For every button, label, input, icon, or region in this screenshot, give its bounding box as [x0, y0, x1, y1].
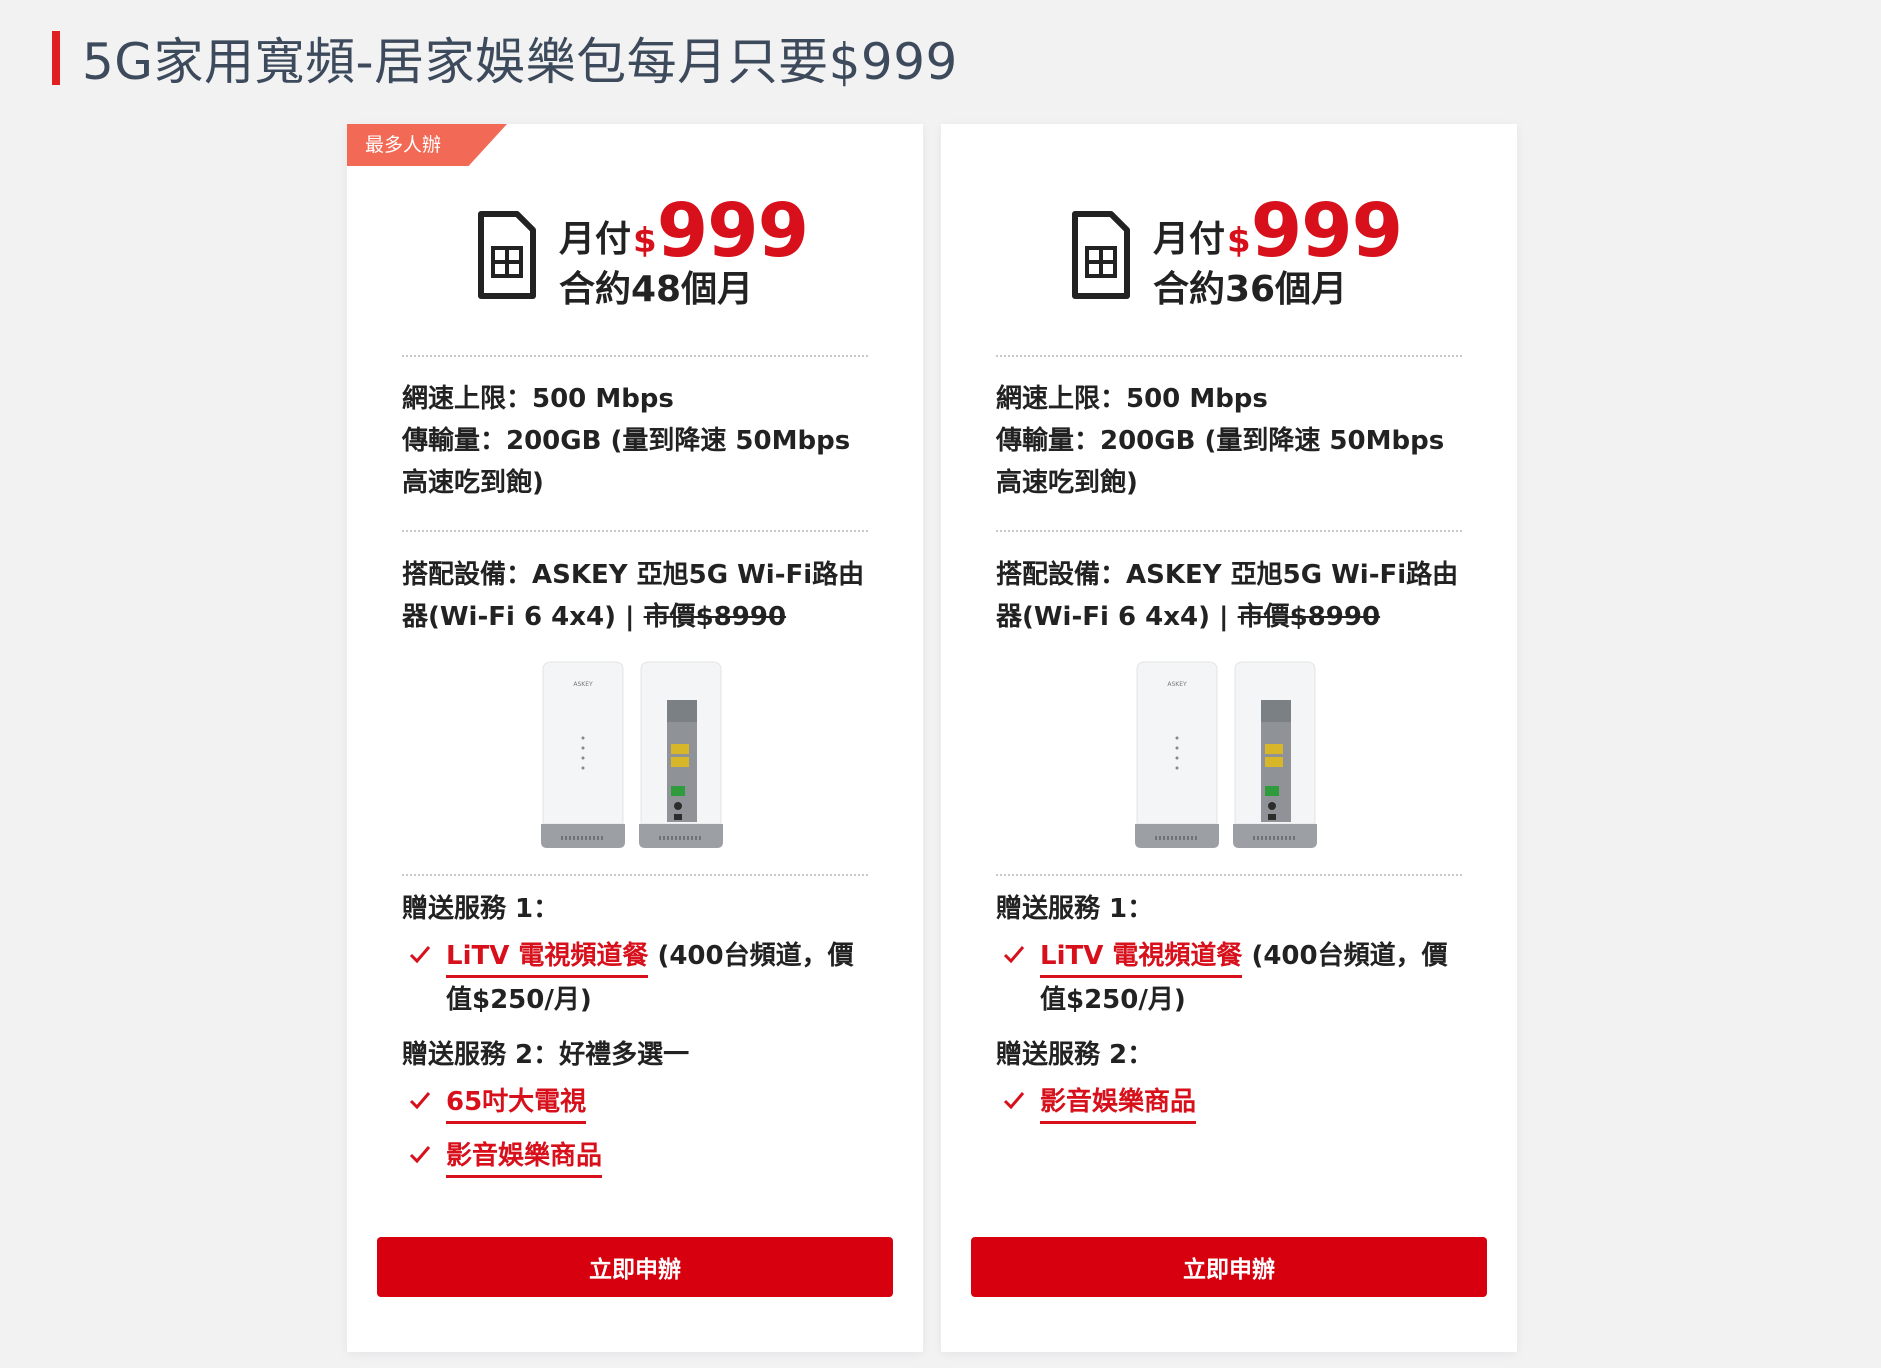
price-block: 月付 $ 999 合約48個月 [477, 194, 837, 314]
spec-list: 網速上限：500 Mbps 傳輸量：200GB (量到降速 50Mbps 高速吃… [402, 378, 872, 504]
gift-2-title: 贈送服務 2：好禮多選一 [402, 1040, 690, 1070]
av-entertainment-link[interactable]: 影音娛樂商品 [1040, 1087, 1197, 1124]
gift-1-item: LiTV 電視頻道餐 (400台頻道，價值$250/月) [402, 934, 872, 1022]
apply-button[interactable]: 立即申辦 [971, 1237, 1487, 1297]
speed-limit: 網速上限：500 Mbps [402, 384, 674, 414]
equipment-market-price: 市價$8990 [643, 602, 787, 632]
litv-channel-link[interactable]: LiTV 電視頻道餐 [1040, 941, 1243, 978]
divider [996, 874, 1462, 876]
price-block: 月付 $ 999 合約36個月 [1071, 194, 1431, 314]
price-amount: 999 [1250, 188, 1403, 274]
gift-2-option: 影音娛樂商品 [996, 1080, 1466, 1124]
router-image: ASKEY [1135, 661, 1317, 848]
check-icon [1003, 1092, 1025, 1110]
gift-1-item: LiTV 電視頻道餐 (400台頻道，價值$250/月) [996, 934, 1466, 1022]
spec-list: 網速上限：500 Mbps 傳輸量：200GB (量到降速 50Mbps 高速吃… [996, 378, 1466, 504]
check-icon [409, 1146, 431, 1164]
check-icon [409, 1092, 431, 1110]
gift-1-title: 贈送服務 1： [996, 894, 1154, 924]
equipment-market-price: 市價$8990 [1237, 602, 1381, 632]
divider [996, 355, 1462, 357]
router-image: ASKEY [541, 661, 723, 848]
data-allowance: 傳輸量：200GB (量到降速 50Mbps 高速吃到飽) [402, 426, 851, 498]
sim-card-icon [1072, 211, 1130, 299]
sim-card-icon [478, 211, 536, 299]
popular-badge: 最多人辦 [347, 124, 507, 166]
tv-65-link[interactable]: 65吋大電視 [446, 1087, 587, 1124]
equipment-text: 搭配設備：ASKEY 亞旭5G Wi-Fi路由器(Wi-Fi 6 4x4) | [402, 560, 865, 632]
svg-text:ASKEY: ASKEY [573, 681, 593, 688]
equipment-info: 搭配設備：ASKEY 亞旭5G Wi-Fi路由器(Wi-Fi 6 4x4) | … [996, 554, 1476, 638]
apply-button[interactable]: 立即申辦 [377, 1237, 893, 1297]
av-entertainment-link[interactable]: 影音娛樂商品 [446, 1141, 603, 1178]
page-title: 5G家用寬頻-居家娛樂包每月只要$999 [52, 22, 958, 94]
equipment-text: 搭配設備：ASKEY 亞旭5G Wi-Fi路由器(Wi-Fi 6 4x4) | [996, 560, 1459, 632]
svg-text:ASKEY: ASKEY [1167, 681, 1187, 688]
plan-card-36: 月付 $ 999 合約36個月 網速上限：500 Mbps 傳輸量：200GB … [941, 124, 1517, 1352]
data-allowance: 傳輸量：200GB (量到降速 50Mbps 高速吃到飽) [996, 426, 1445, 498]
check-icon [1003, 946, 1025, 964]
price-amount: 999 [656, 188, 809, 274]
gift-services: 贈送服務 1： LiTV 電視頻道餐 (400台頻道，價值$250/月) 贈送服… [402, 886, 872, 1188]
contract-term: 合約48個月 [559, 269, 754, 310]
page-title-text: 5G家用寬頻-居家娛樂包每月只要$999 [82, 33, 958, 91]
equipment-info: 搭配設備：ASKEY 亞旭5G Wi-Fi路由器(Wi-Fi 6 4x4) | … [402, 554, 882, 638]
divider [402, 530, 868, 532]
gift-2-option: 影音娛樂商品 [402, 1134, 872, 1178]
divider [996, 530, 1462, 532]
litv-channel-link[interactable]: LiTV 電視頻道餐 [446, 941, 649, 978]
contract-term: 合約36個月 [1153, 269, 1348, 310]
divider [402, 355, 868, 357]
check-icon [409, 946, 431, 964]
title-accent-bar [52, 31, 60, 85]
speed-limit: 網速上限：500 Mbps [996, 384, 1268, 414]
gift-2-option: 65吋大電視 [402, 1080, 872, 1124]
divider [402, 874, 868, 876]
gift-2-title: 贈送服務 2： [996, 1040, 1154, 1070]
gift-services: 贈送服務 1： LiTV 電視頻道餐 (400台頻道，價值$250/月) 贈送服… [996, 886, 1466, 1134]
plan-card-48: 最多人辦 月付 $ 999 合約48個月 網速上限：500 Mbps 傳輸量：2… [347, 124, 923, 1352]
gift-1-title: 贈送服務 1： [402, 894, 560, 924]
